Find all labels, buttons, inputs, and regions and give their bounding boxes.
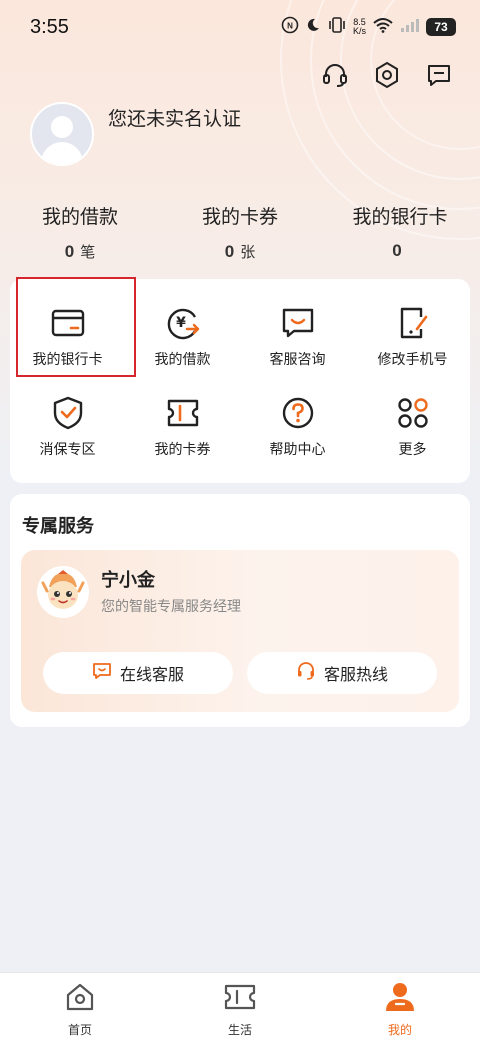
hotline-button[interactable]: 客服热线 bbox=[247, 652, 437, 694]
grid-item-label: 我的卡券 bbox=[154, 442, 211, 458]
grid-item-bank-card[interactable]: 我的银行卡 bbox=[10, 287, 125, 377]
chat-icon bbox=[92, 661, 112, 685]
signal-icon bbox=[400, 17, 420, 37]
profile-name[interactable]: 您还未实名认证 bbox=[108, 104, 241, 131]
advisor-name: 宁小金 bbox=[101, 570, 155, 591]
tab-label: 首页 bbox=[67, 1023, 92, 1037]
grid-item-label: 消保专区 bbox=[39, 442, 96, 458]
bottom-tab-bar: 首页 生活 我的 bbox=[0, 972, 480, 1040]
stat-unit: 笔 bbox=[80, 243, 96, 261]
tab-life[interactable]: 生活 bbox=[160, 973, 320, 1040]
status-bar: 3:55 N 8.5 K/s 73 bbox=[0, 0, 480, 54]
ticket-icon bbox=[223, 981, 257, 1017]
grid-item-label: 更多 bbox=[398, 442, 427, 458]
stat-unit: 张 bbox=[240, 243, 256, 261]
headset-icon bbox=[296, 661, 316, 685]
vibrate-icon bbox=[327, 17, 347, 37]
hotline-label: 客服热线 bbox=[323, 665, 388, 684]
online-service-button[interactable]: 在线客服 bbox=[43, 652, 233, 694]
bank-card-icon bbox=[46, 301, 90, 345]
stat-value: 0 bbox=[64, 242, 75, 261]
exclusive-service-card: 专属服务 宁小金 您的智能专属服务经理 在线客服 客服热线 bbox=[10, 494, 470, 727]
chat-support-icon bbox=[276, 301, 320, 345]
status-time: 3:55 bbox=[30, 15, 69, 38]
help-icon bbox=[276, 391, 320, 435]
yuan-loan-icon: ¥ bbox=[161, 301, 205, 345]
quick-actions-card: 我的银行卡 ¥ 我的借款 客服咨询 修改手机号 消保专区 我的卡券 帮助中心 更… bbox=[10, 277, 470, 483]
grid-item-loans[interactable]: ¥ 我的借款 bbox=[125, 287, 240, 377]
grid-item-more[interactable]: 更多 bbox=[355, 377, 470, 467]
grid-item-label: 我的银行卡 bbox=[32, 352, 103, 368]
headset-icon[interactable] bbox=[320, 60, 350, 90]
hexagon-gear-icon[interactable] bbox=[372, 60, 402, 90]
moon-icon bbox=[305, 17, 321, 37]
person-icon bbox=[383, 981, 417, 1017]
grid-item-label: 帮助中心 bbox=[269, 442, 326, 458]
stat-coupons[interactable]: 我的卡券 0张 bbox=[160, 202, 320, 262]
service-title: 专属服务 bbox=[22, 516, 94, 537]
stat-bank-cards[interactable]: 我的银行卡 0 bbox=[320, 202, 480, 262]
advisor-panel: 宁小金 您的智能专属服务经理 在线客服 客服热线 bbox=[21, 550, 459, 712]
home-icon bbox=[64, 981, 96, 1017]
advisor-mascot-icon bbox=[37, 566, 89, 618]
online-service-label: 在线客服 bbox=[119, 665, 184, 684]
tab-label: 我的 bbox=[387, 1023, 412, 1037]
shield-check-icon bbox=[46, 391, 90, 435]
grid-item-change-phone[interactable]: 修改手机号 bbox=[355, 287, 470, 377]
wifi-icon bbox=[372, 17, 394, 37]
svg-text:N: N bbox=[287, 22, 293, 31]
coupon-icon bbox=[161, 391, 205, 435]
grid-item-support[interactable]: 客服咨询 bbox=[240, 287, 355, 377]
net-speed: 8.5 K/s bbox=[353, 18, 366, 36]
stat-loans[interactable]: 我的借款 0笔 bbox=[0, 202, 160, 262]
grid-item-label: 客服咨询 bbox=[269, 352, 326, 368]
phone-edit-icon bbox=[391, 301, 435, 345]
stat-label: 我的借款 bbox=[41, 206, 118, 228]
net-speed-unit: K/s bbox=[352, 26, 366, 36]
more-grid-icon bbox=[391, 391, 435, 435]
battery-indicator: 73 bbox=[426, 18, 456, 36]
tab-mine[interactable]: 我的 bbox=[320, 973, 480, 1040]
tab-label: 生活 bbox=[227, 1023, 252, 1037]
grid-item-coupons[interactable]: 我的卡券 bbox=[125, 377, 240, 467]
tab-home[interactable]: 首页 bbox=[0, 973, 160, 1040]
stat-value: 0 bbox=[392, 241, 402, 260]
stat-label: 我的银行卡 bbox=[352, 206, 448, 228]
advisor-subtitle: 您的智能专属服务经理 bbox=[101, 599, 241, 615]
stat-label: 我的卡券 bbox=[201, 206, 278, 228]
profile-section[interactable]: 您还未实名认证 bbox=[30, 102, 241, 166]
grid-item-label: 我的借款 bbox=[154, 352, 211, 368]
grid-item-label: 修改手机号 bbox=[377, 352, 448, 368]
hd-icon: N bbox=[281, 16, 299, 38]
stat-value: 0 bbox=[224, 242, 235, 261]
message-icon[interactable] bbox=[424, 60, 454, 90]
stats-row: 我的借款 0笔 我的卡券 0张 我的银行卡 0 bbox=[0, 202, 480, 262]
grid-item-help[interactable]: 帮助中心 bbox=[240, 377, 355, 467]
svg-text:¥: ¥ bbox=[176, 315, 186, 331]
avatar[interactable] bbox=[30, 102, 94, 166]
grid-item-consumer-protection[interactable]: 消保专区 bbox=[10, 377, 125, 467]
